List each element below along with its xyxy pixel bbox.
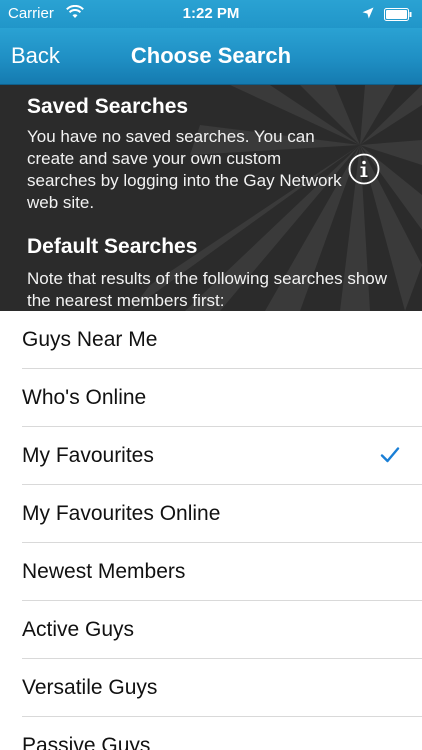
search-option-versatile-guys[interactable]: Versatile Guys (0, 659, 422, 717)
search-option-my-favourites[interactable]: My Favourites (0, 427, 422, 485)
page-title: Choose Search (130, 43, 292, 68)
search-option-whos-online[interactable]: Who's Online (0, 369, 422, 427)
battery-icon (384, 8, 412, 21)
saved-searches-heading: Saved Searches (27, 95, 189, 118)
search-option-my-favourites-online[interactable]: My Favourites Online (0, 485, 422, 543)
search-option-label: My Favourites Online (22, 502, 221, 525)
search-option-newest-members[interactable]: Newest Members (0, 543, 422, 601)
status-time: 1:22 PM (182, 5, 240, 22)
location-arrow-icon (362, 7, 374, 19)
navigation-bar: Back Choose Search (0, 28, 422, 85)
saved-searches-text: You have no saved searches. You can crea… (27, 127, 342, 212)
checkmark-icon (380, 447, 400, 463)
search-option-guys-near-me[interactable]: Guys Near Me (0, 311, 422, 369)
default-searches-text: Note that results of the following searc… (27, 269, 388, 310)
status-bar: Carrier 1:22 PM (0, 0, 422, 28)
search-option-label: Who's Online (22, 386, 147, 409)
search-option-active-guys[interactable]: Active Guys (0, 601, 422, 659)
search-option-label: Versatile Guys (22, 676, 158, 699)
info-icon[interactable] (348, 153, 380, 185)
search-option-label: My Favourites (22, 444, 154, 467)
search-option-label: Guys Near Me (22, 328, 158, 351)
search-list: Guys Near Me Who's Online My Favourites … (0, 311, 422, 750)
search-option-label: Newest Members (22, 560, 186, 583)
search-option-label: Active Guys (22, 618, 135, 641)
search-info-panel: Saved Searches You have no saved searche… (0, 85, 422, 311)
default-searches-heading: Default Searches (27, 235, 198, 258)
search-option-passive-guys[interactable]: Passive Guys (0, 717, 422, 750)
search-option-label: Passive Guys (22, 734, 151, 750)
